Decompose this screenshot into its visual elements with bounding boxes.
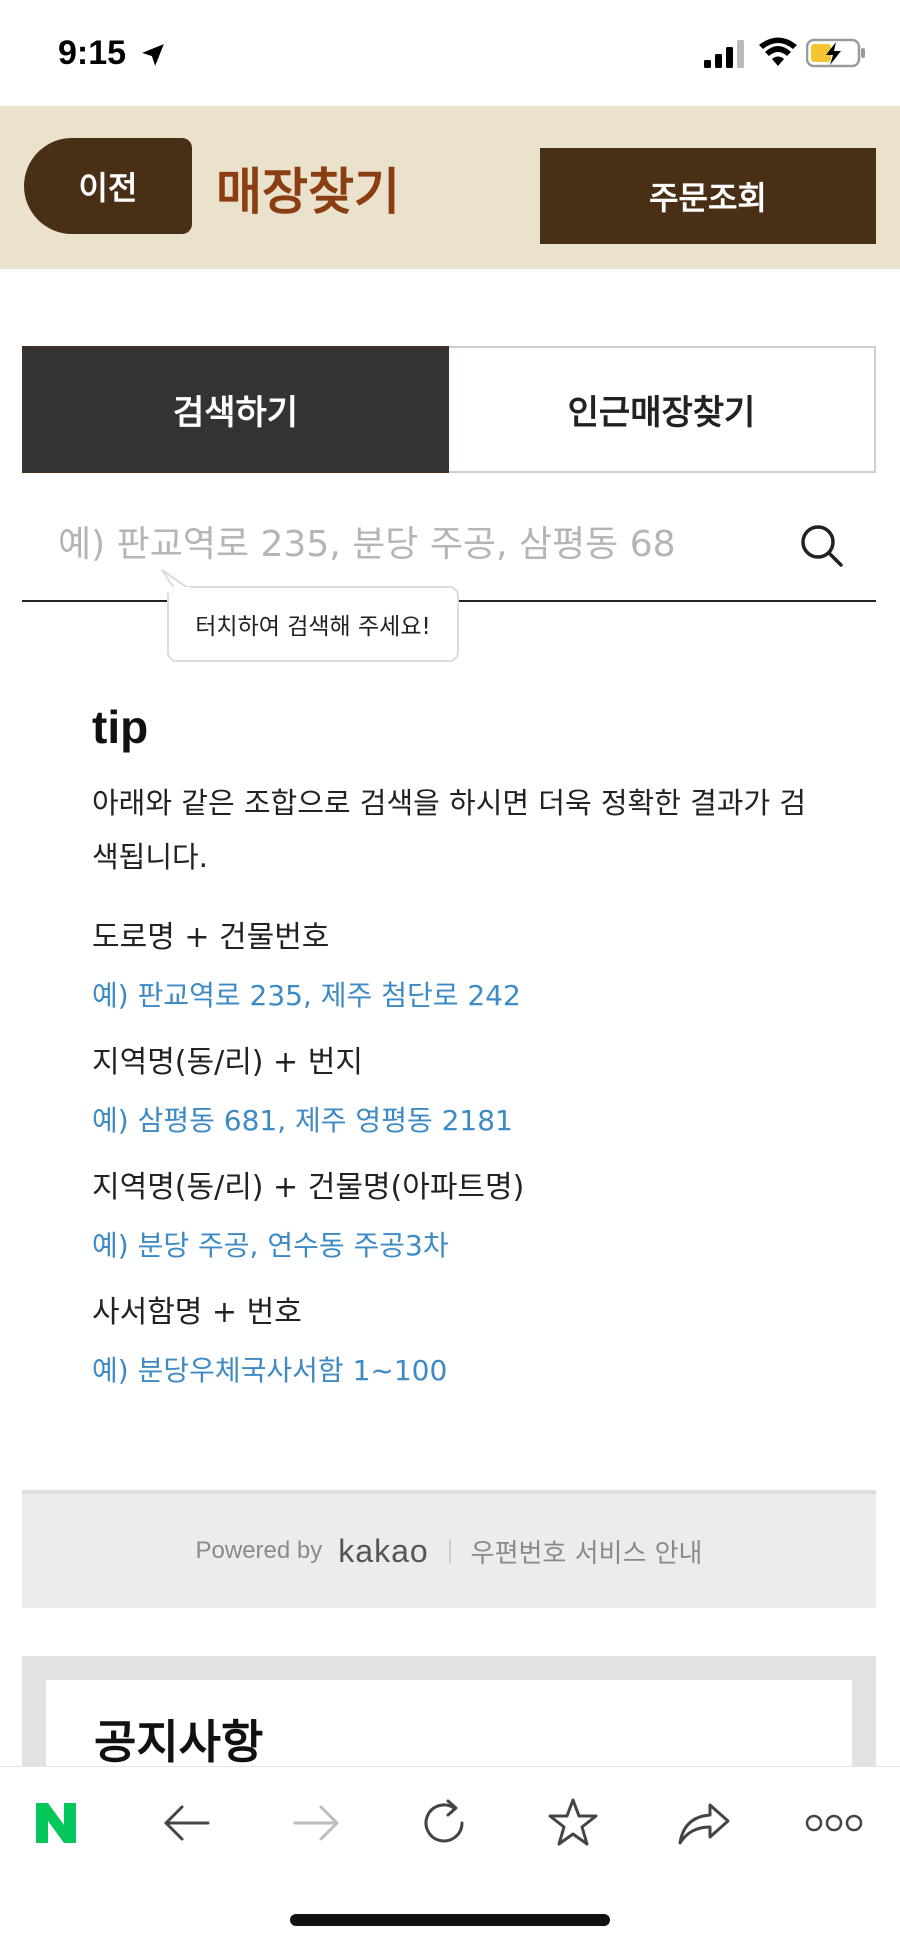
back-arrow-icon[interactable]: [157, 1793, 217, 1853]
divider: [448, 1539, 451, 1563]
tip-description: 아래와 같은 조합으로 검색을 하시면 더욱 정확한 결과가 검색됩니다.: [92, 786, 807, 874]
tip-item-example: 예) 분당우체국사서함 1~100: [92, 1354, 448, 1387]
status-time: 9:15: [58, 34, 127, 72]
reload-icon[interactable]: [414, 1793, 474, 1853]
naver-logo-icon[interactable]: [26, 1793, 86, 1853]
order-lookup-button[interactable]: 주문조회: [540, 148, 876, 244]
tip-item-example: 예) 분당 주공, 연수동 주공3차: [92, 1229, 449, 1262]
tip-item: 지역명(동/리) + 건물명(아파트명) 예) 분당 주공, 연수동 주공3차: [92, 1164, 524, 1270]
tip-title: tip: [92, 701, 149, 753]
search-icon[interactable]: [798, 522, 846, 570]
home-indicator: [290, 1914, 610, 1926]
tip-item: 지역명(동/리) + 번지 예) 삼평동 681, 제주 영평동 2181: [92, 1039, 513, 1145]
tip-item-example: 예) 삼평동 681, 제주 영평동 2181: [92, 1104, 513, 1137]
search-tooltip: 터치하여 검색해 주세요!: [167, 586, 459, 662]
wifi-icon: [759, 37, 797, 66]
tooltip-arrow: [161, 569, 190, 593]
postcode-service-link[interactable]: 우편번호 서비스 안내: [471, 1533, 703, 1570]
tab-nearby-stores[interactable]: 인근매장찾기: [449, 346, 876, 473]
powered-by-text: Powered by: [195, 1537, 323, 1564]
notice-section: 공지사항: [22, 1656, 876, 1776]
status-bar: 9:15: [0, 0, 900, 106]
cellular-signal-icon: [704, 40, 744, 68]
tip-item-example: 예) 판교역로 235, 제주 첨단로 242: [92, 979, 521, 1012]
forward-arrow-icon[interactable]: [286, 1793, 346, 1853]
star-icon[interactable]: [543, 1793, 603, 1853]
share-icon[interactable]: [674, 1793, 734, 1853]
location-arrow-icon: [142, 44, 164, 66]
tip-item-label: 지역명(동/리) + 건물명(아파트명): [92, 1170, 525, 1205]
tip-item-label: 사서함명 + 번호: [92, 1295, 302, 1330]
search-input[interactable]: [58, 512, 778, 576]
kakao-logo: kakao: [338, 1532, 429, 1569]
tip-item: 도로명 + 건물번호 예) 판교역로 235, 제주 첨단로 242: [92, 914, 521, 1020]
back-button[interactable]: 이전: [24, 138, 192, 234]
tip-item: 사서함명 + 번호 예) 분당우체국사서함 1~100: [92, 1289, 447, 1395]
notice-title: 공지사항: [94, 1715, 264, 1769]
page-title: 매장찾기: [216, 163, 400, 221]
powered-by-footer: Powered by kakao 우편번호 서비스 안내: [22, 1490, 876, 1608]
notice-card: 공지사항: [46, 1680, 852, 1776]
search-tabs: 검색하기 인근매장찾기: [22, 346, 876, 473]
tab-search[interactable]: 검색하기: [22, 346, 449, 473]
tip-item-label: 지역명(동/리) + 번지: [92, 1045, 363, 1080]
more-icon[interactable]: [804, 1793, 864, 1853]
page-header: 이전 매장찾기 주문조회: [0, 106, 900, 269]
tip-item-label: 도로명 + 건물번호: [92, 920, 330, 955]
battery-charging-icon: [806, 38, 865, 68]
